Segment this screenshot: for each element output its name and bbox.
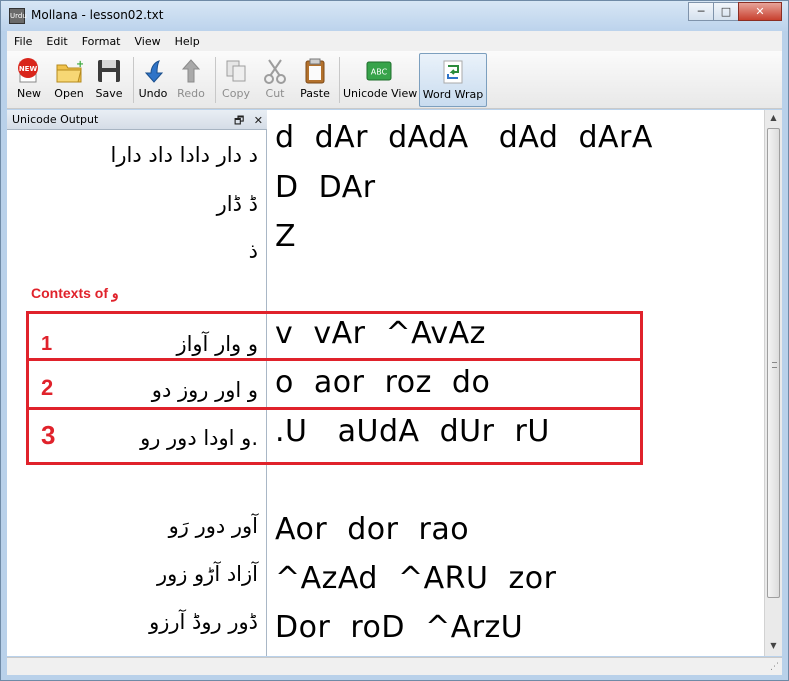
editor-line[interactable]: d dAr dAdA dAd dArA [275,120,653,155]
scroll-thumb[interactable] [767,128,780,598]
urdu-line: ذ [248,239,258,263]
editor-line[interactable]: Z [275,219,296,254]
toolbar-separator [133,57,134,103]
window-title: Mollana - lesson02.txt [31,8,164,22]
paste-button[interactable]: Paste [297,53,333,107]
toolbar-separator [339,57,340,103]
undo-arrow-icon [144,60,164,83]
urdu-line: د دار دادا داد دارا [110,143,258,167]
urdu-line: آور دور رَو [168,514,258,538]
urdu-line: ڈ ڈار [216,192,258,216]
contexts-annotation: Contexts of و [31,285,119,301]
menu-view[interactable]: View [128,35,168,48]
svg-text:+: + [76,59,83,70]
word-wrap-icon [443,60,463,84]
save-label: Save [95,87,123,100]
svg-text:NEW: NEW [19,65,38,73]
copy-icon [226,60,246,82]
menu-bar: File Edit Format View Help [7,31,782,51]
undo-button[interactable]: Undo [137,53,169,107]
window-controls: ─ □ ✕ [688,2,782,21]
menu-format[interactable]: Format [75,35,128,48]
editor-line[interactable]: Dor roD ^ArzU [275,610,523,645]
highlight-box-2 [26,358,643,410]
menu-file[interactable]: File [7,35,39,48]
scroll-up-icon[interactable]: ▲ [765,110,782,126]
highlight-box-1 [26,311,643,361]
scroll-down-icon[interactable]: ▼ [765,638,782,654]
urdu-line: ڈور روڈ آرزو [149,610,258,634]
redo-label: Redo [177,87,205,100]
annotation-number: 1 [41,333,53,355]
copy-label: Copy [222,87,250,100]
open-button[interactable]: + Open [51,53,87,107]
paste-clipboard-icon [305,58,325,84]
app-window: Urdu Mollana - lesson02.txt ─ □ ✕ File E… [0,0,789,681]
svg-text:ABC: ABC [371,68,388,77]
unicode-view-label: Unicode View [343,87,418,100]
redo-button[interactable]: Redo [175,53,207,107]
close-button[interactable]: ✕ [738,2,782,21]
open-folder-icon: + [56,59,83,83]
open-label: Open [54,87,84,100]
panel-title: Unicode Output [12,113,99,126]
panel-float-icon[interactable]: 🗗 [234,114,244,127]
unicode-view-button[interactable]: ABC Unicode View [343,53,418,107]
new-label: New [17,87,41,100]
paste-label: Paste [300,87,330,100]
new-button[interactable]: NEW New [11,53,47,107]
toolbar-separator [215,57,216,103]
editor-line[interactable]: Aor dor rao [275,512,469,547]
cut-label: Cut [265,87,285,100]
app-icon: Urdu [9,8,27,24]
new-icon: NEW [18,58,38,83]
redo-arrow-icon [181,59,201,83]
scissors-icon [264,59,286,84]
save-button[interactable]: Save [91,53,127,107]
annotation-number: 2 [41,375,54,400]
word-wrap-button[interactable]: Word Wrap [419,53,487,107]
toolbar: NEW New + Open Save Undo Redo Copy Cut P… [7,51,782,109]
cut-button[interactable]: Cut [259,53,291,107]
panel-header: Unicode Output 🗗 ✕ [7,110,267,130]
highlight-box-3 [26,407,643,465]
resize-grip-icon[interactable]: ⋰ [770,662,779,672]
undo-label: Undo [138,87,168,100]
status-bar: ⋰ [7,657,782,675]
vertical-scrollbar[interactable]: ▲ ▼ [764,110,782,656]
abc-unicode-icon: ABC [366,61,392,81]
editor-line[interactable]: ^AzAd ^ARU zor [275,561,557,596]
maximize-button[interactable]: □ [713,2,739,21]
title-bar: Urdu Mollana - lesson02.txt ─ □ ✕ [1,1,788,31]
word-wrap-label: Word Wrap [422,88,484,101]
menu-help[interactable]: Help [168,35,207,48]
urdu-line: آزاد آڑو زور [156,562,258,586]
menu-edit[interactable]: Edit [39,35,74,48]
panel-controls: 🗗 ✕ [228,112,263,131]
minimize-button[interactable]: ─ [688,2,714,21]
save-disk-icon [98,60,120,82]
annotation-number: 3 [41,420,56,450]
panel-close-icon[interactable]: ✕ [254,114,263,127]
copy-button[interactable]: Copy [219,53,253,107]
editor-line[interactable]: D DAr [275,170,376,205]
